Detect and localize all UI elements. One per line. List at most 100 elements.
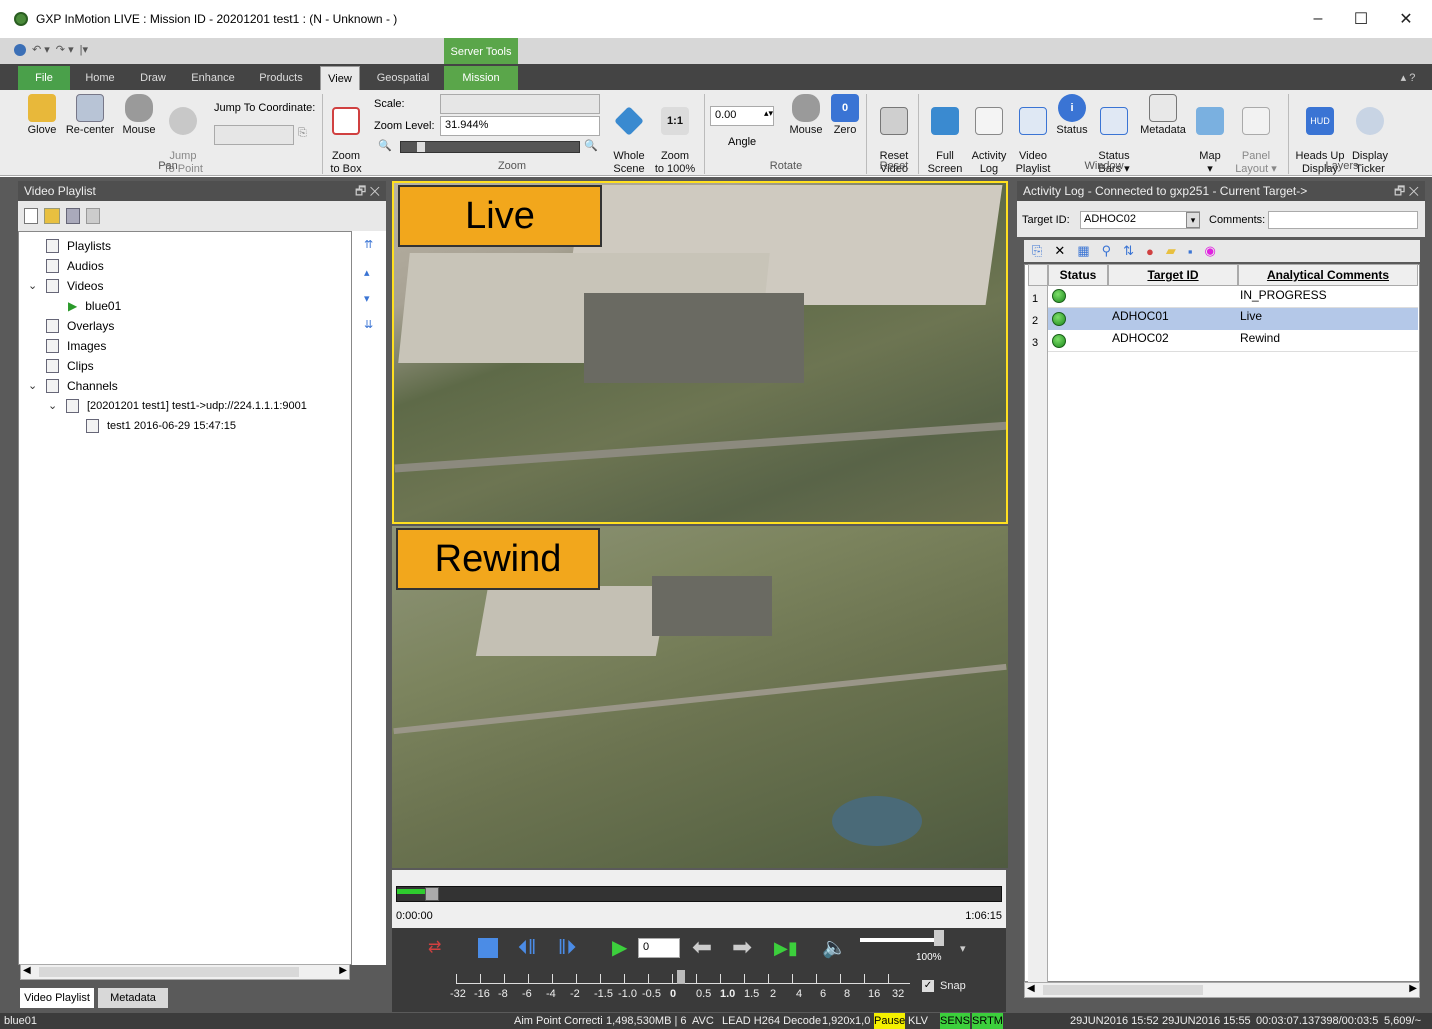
move-down-icon[interactable]: ▾	[364, 293, 374, 305]
chevron-down-icon[interactable]: ⌄	[28, 279, 37, 292]
tree-item-overlays[interactable]: Overlays	[46, 316, 114, 336]
table-row[interactable]: ADHOC02 Rewind	[1048, 330, 1418, 352]
zoom-in-icon[interactable]: 🔍	[584, 139, 598, 152]
tree-item-playlists[interactable]: Playlists	[46, 236, 111, 256]
dropdown-icon[interactable]: ▾	[960, 942, 966, 955]
target-id-dropdown-icon[interactable]: ▾	[1186, 212, 1200, 228]
speaker-icon[interactable]: 🔈	[822, 936, 847, 960]
undo-icon[interactable]: ↶ ▾	[32, 43, 50, 56]
full-screen-button[interactable]: Full Screen	[926, 94, 964, 176]
zoom-100-button[interactable]: 1:1 Zoom to 100%	[652, 94, 698, 176]
metadata-button[interactable]: Metadata	[1138, 94, 1188, 137]
new-file-icon[interactable]	[24, 208, 38, 224]
step-forward-button[interactable]: ‖⏵	[558, 936, 576, 960]
live-video-view[interactable]: Live	[392, 181, 1008, 524]
move-bottom-icon[interactable]: ⇊	[364, 319, 374, 331]
search-icon[interactable]: ⚲	[1102, 243, 1112, 259]
target-id-select[interactable]: ADHOC02	[1080, 211, 1200, 229]
panel-layout-button[interactable]: Panel Layout ▾	[1232, 94, 1280, 176]
delete-icon[interactable]: ✕	[1054, 243, 1065, 259]
tree-item-channels[interactable]: Channels	[46, 376, 118, 396]
zoom-level-input[interactable]: 31.944%	[440, 116, 600, 136]
column-header-comments[interactable]: Analytical Comments	[1238, 264, 1418, 286]
status-button[interactable]: i Status	[1054, 94, 1090, 137]
app-menu-icon[interactable]	[14, 43, 26, 56]
tree-item-channel[interactable]: [20201201 test1] test1->udp://224.1.1.1:…	[66, 396, 307, 416]
table-row[interactable]: IN_PROGRESS	[1048, 286, 1418, 308]
timeline-bar[interactable]	[396, 886, 1002, 902]
live-jump-icon[interactable]: ▶▮	[774, 936, 798, 960]
tree-item-images[interactable]: Images	[46, 336, 106, 356]
redo-icon[interactable]: ↷ ▾	[56, 43, 74, 56]
maximize-button[interactable]: ☐	[1338, 0, 1384, 38]
ribbon-collapse-icon[interactable]: ▴ ?	[1388, 66, 1428, 90]
minimize-button[interactable]: –	[1295, 0, 1341, 38]
tab-home[interactable]: Home	[78, 66, 122, 90]
stop-button[interactable]	[478, 938, 498, 958]
tab-mission[interactable]: Mission	[444, 66, 518, 90]
tab-metadata[interactable]: Metadata	[98, 988, 168, 1008]
scale-select[interactable]	[440, 94, 600, 114]
scroll-right-icon[interactable]: ▶	[339, 965, 347, 976]
zoom-slider-thumb[interactable]	[417, 142, 425, 152]
tab-video-playlist[interactable]: Video Playlist	[20, 988, 94, 1008]
angle-stepper-arrows-icon[interactable]: ▴▾	[764, 108, 773, 119]
tab-file[interactable]: File	[18, 66, 70, 90]
step-back-button[interactable]: ⏴‖	[518, 936, 536, 960]
copy-icon[interactable]: ⎘	[1032, 243, 1042, 259]
tab-view[interactable]: View	[320, 66, 360, 90]
tree-item-recording[interactable]: test1 2016-06-29 15:47:15	[86, 416, 236, 436]
activity-log-button[interactable]: Activity Log	[968, 94, 1010, 176]
chevron-down-icon[interactable]: ⌄	[28, 379, 37, 392]
loop-clip-icon[interactable]: ⇄	[428, 936, 441, 960]
column-header-status[interactable]: Status	[1048, 264, 1108, 286]
video-playlist-button[interactable]: Video Playlist	[1014, 94, 1052, 176]
rewind-video-view[interactable]: Rewind	[392, 526, 1008, 868]
recenter-button[interactable]: Re-center	[64, 94, 116, 137]
speed-ruler[interactable]: -32 -16 -8 -6 -4 -2 -1.5 -1.0 -0.5 0 0.5 1.0 1.5 2 4 6 8…	[392, 968, 1006, 1012]
save-icon[interactable]: ▪	[1188, 244, 1193, 259]
tree-item-clips[interactable]: Clips	[46, 356, 94, 376]
sort-icon[interactable]: ⇅	[1123, 243, 1134, 259]
zero-button[interactable]: 0 Zero	[830, 94, 860, 137]
map-button[interactable]: Map ▾	[1194, 94, 1226, 176]
table-icon[interactable]: ▦	[1077, 243, 1089, 259]
play-button[interactable]: ▶	[612, 936, 627, 960]
scroll-left-icon[interactable]: ◀	[1027, 983, 1035, 994]
timeline-thumb[interactable]	[425, 887, 439, 901]
zoom-out-icon[interactable]: 🔍	[378, 139, 392, 152]
jump-coordinate-input[interactable]	[214, 125, 294, 145]
scroll-thumb[interactable]	[1043, 985, 1203, 995]
snap-checkbox[interactable]: ✓	[922, 980, 934, 992]
chevron-down-icon[interactable]: ⌄	[48, 399, 57, 412]
open-folder-icon[interactable]	[44, 208, 60, 224]
volume-thumb[interactable]	[934, 930, 944, 946]
comments-input[interactable]	[1268, 211, 1418, 229]
scroll-right-icon[interactable]: ▶	[1409, 983, 1417, 994]
next-arrow-icon[interactable]: ➡	[732, 936, 752, 960]
open-folder-icon[interactable]: ▰	[1166, 243, 1176, 259]
volume-slider[interactable]	[860, 938, 944, 942]
panel-pin-close-icon[interactable]: 🗗 ✕	[355, 181, 380, 201]
log-hscrollbar[interactable]: ◀ ▶	[1024, 982, 1420, 998]
speed-thumb[interactable]	[677, 970, 685, 984]
tree-item-audios[interactable]: Audios	[46, 256, 104, 276]
tab-draw[interactable]: Draw	[132, 66, 174, 90]
whole-scene-button[interactable]: Whole Scene	[610, 94, 648, 176]
column-header-target-id[interactable]: Target ID	[1108, 264, 1238, 286]
panel-pin-close-icon[interactable]: 🗗 ✕	[1394, 181, 1419, 201]
zoom-slider[interactable]	[400, 141, 580, 153]
scroll-left-icon[interactable]: ◀	[23, 965, 31, 976]
previous-arrow-icon[interactable]: ⬅	[692, 936, 712, 960]
rotate-mouse-button[interactable]: Mouse	[788, 94, 824, 137]
save-icon[interactable]	[66, 208, 80, 224]
customize-icon[interactable]: |▾	[80, 43, 88, 56]
pan-mouse-button[interactable]: Mouse	[120, 94, 158, 137]
paste-coordinate-icon[interactable]: ⎘	[298, 127, 307, 140]
tree-item-videos[interactable]: Videos	[46, 276, 103, 296]
eye-icon[interactable]: ◉	[1205, 243, 1216, 259]
zoom-to-box-button[interactable]: Zoom to Box	[328, 94, 364, 176]
move-top-icon[interactable]: ⇈	[364, 239, 374, 251]
tab-products[interactable]: Products	[252, 66, 310, 90]
glove-button[interactable]: Glove	[26, 94, 58, 137]
